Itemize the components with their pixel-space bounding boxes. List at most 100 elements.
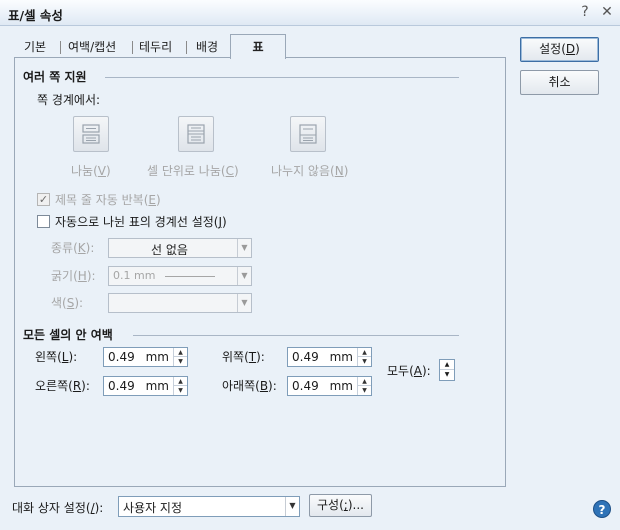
split-by-cell-icon — [187, 124, 205, 144]
section-title-page-split: 여러 쪽 지원 — [23, 70, 87, 84]
spin-down-icon[interactable]: ▼ — [358, 386, 371, 395]
thickness-key: H — [77, 269, 87, 283]
cancel-button[interactable]: 취소 — [520, 70, 599, 95]
tab-basic[interactable]: 기본 — [24, 36, 46, 58]
no-split-button[interactable] — [290, 116, 326, 152]
spin-down-icon[interactable]: ▼ — [174, 386, 187, 395]
bottom-margin-input[interactable]: 0.49 mm ▲ ▼ — [287, 376, 372, 396]
color-key: S — [66, 296, 75, 310]
close-icon[interactable]: ✕ — [598, 3, 616, 21]
ok-button-key: D — [565, 42, 576, 56]
all-margin-key: A — [413, 364, 422, 378]
spin-down-icon[interactable]: ▼ — [358, 357, 371, 366]
compose-button-text: 구성 — [317, 498, 340, 512]
ok-button-text: 설정 — [539, 42, 562, 56]
bottom-margin-label: 아래쪽(B): — [222, 379, 277, 393]
left-margin-input[interactable]: 0.49 mm ▲ ▼ — [103, 347, 188, 367]
line-type-text: 종류 — [51, 241, 74, 255]
color-dropdown[interactable]: ▼ — [108, 293, 252, 313]
dialog-setting-value: 사용자 지정 — [123, 501, 183, 515]
compose-button-key: ; — [343, 498, 348, 512]
spin-up-icon[interactable]: ▲ — [358, 348, 371, 357]
title-bar: 표/셀 속성 ? ✕ — [0, 0, 620, 26]
color-text: 색 — [51, 296, 63, 310]
bottom-margin-unit: mm — [329, 379, 353, 393]
tab-margin-caption[interactable]: 여백/캡션 — [68, 36, 116, 58]
top-margin-text: 위쪽 — [222, 350, 245, 364]
line-type-label: 종류(K): — [51, 241, 95, 255]
chevron-down-icon: ▼ — [237, 294, 251, 312]
section-divider — [133, 335, 459, 336]
left-margin-unit: mm — [145, 350, 169, 364]
split-icon — [82, 124, 100, 144]
page-boundary-label: 쪽 경계에서: — [37, 93, 101, 107]
right-margin-text: 오른쪽 — [35, 379, 69, 393]
tab-border[interactable]: 테두리 — [139, 36, 172, 58]
repeat-header-checkbox[interactable]: ✓ — [37, 193, 50, 206]
spin-up-icon[interactable]: ▲ — [174, 377, 187, 386]
chevron-down-icon: ▼ — [237, 239, 251, 257]
tab-table[interactable]: 표 — [230, 34, 286, 59]
top-margin-label: 위쪽(T): — [222, 350, 265, 364]
color-label: 색(S): — [51, 296, 84, 310]
auto-border-label: 자동으로 나뉜 표의 경계선 설정(J) — [55, 215, 227, 229]
split-by-cell-button[interactable] — [178, 116, 214, 152]
top-margin-value: 0.49 — [292, 350, 319, 364]
thickness-dropdown[interactable]: 0.1 mm ▼ — [108, 266, 252, 286]
top-margin-unit: mm — [329, 350, 353, 364]
split-option-text: 나눔 — [71, 164, 94, 178]
tab-separator — [132, 41, 133, 54]
right-margin-unit: mm — [145, 379, 169, 393]
split-by-cell-option-key: C — [225, 164, 234, 178]
thickness-value: 0.1 mm — [113, 269, 156, 282]
split-button[interactable] — [73, 116, 109, 152]
dialog-setting-dropdown[interactable]: 사용자 지정 ▼ — [118, 496, 300, 517]
compose-button[interactable]: 구성(;)... — [309, 494, 372, 517]
right-margin-input[interactable]: 0.49 mm ▲ ▼ — [103, 376, 188, 396]
split-by-cell-option-text: 셀 단위로 나눔 — [147, 164, 221, 178]
spin-up-icon[interactable]: ▲ — [174, 348, 187, 357]
auto-border-checkbox[interactable] — [37, 215, 50, 228]
split-option-label: 나눔(V) — [71, 164, 111, 178]
top-margin-key: T — [248, 350, 257, 364]
left-margin-key: L — [61, 350, 69, 364]
tab-separator — [186, 41, 187, 54]
repeat-header-text: 제목 줄 자동 반복 — [55, 193, 144, 207]
spin-down-icon[interactable]: ▼ — [174, 357, 187, 366]
top-margin-input[interactable]: 0.49 mm ▲ ▼ — [287, 347, 372, 367]
spin-up-icon[interactable]: ▲ — [358, 377, 371, 386]
left-margin-value: 0.49 — [108, 350, 135, 364]
help-icon[interactable]: ? — [593, 500, 611, 518]
auto-border-key: J — [218, 215, 223, 229]
split-by-cell-option-label: 셀 단위로 나눔(C) — [147, 164, 239, 178]
section-divider — [105, 77, 459, 78]
help-question-icon[interactable]: ? — [576, 3, 594, 21]
no-split-icon — [299, 124, 317, 144]
all-margin-spinner[interactable]: ▲ ▼ — [439, 359, 455, 381]
tab-background[interactable]: 배경 — [196, 36, 218, 58]
line-type-dropdown[interactable]: 선 없음 ▼ — [108, 238, 252, 258]
table-tab-panel: 여러 쪽 지원 쪽 경계에서: 나눔(V) 셀 단위로 나눔(C) 나누지 않음… — [14, 57, 506, 487]
dialog-setting-text: 대화 상자 설정 — [12, 501, 86, 515]
thickness-text: 굵기 — [51, 269, 74, 283]
bottom-margin-text: 아래쪽 — [222, 379, 256, 393]
repeat-header-label: 제목 줄 자동 반복(E) — [55, 193, 161, 207]
tab-separator — [60, 41, 61, 54]
ok-button[interactable]: 설정(D) — [520, 37, 599, 62]
chevron-down-icon: ▼ — [285, 497, 299, 516]
spin-up-icon[interactable]: ▲ — [440, 360, 454, 370]
no-split-option-label: 나누지 않음(N) — [271, 164, 349, 178]
section-title-cell-margin: 모든 셀의 안 여백 — [23, 328, 113, 342]
dialog-setting-key: / — [90, 501, 95, 515]
window-title: 표/셀 속성 — [8, 8, 63, 23]
line-type-key: K — [77, 241, 86, 255]
spin-down-icon[interactable]: ▼ — [440, 370, 454, 380]
dialog-setting-label: 대화 상자 설정(/): — [12, 501, 104, 515]
bottom-margin-value: 0.49 — [292, 379, 319, 393]
all-margin-text: 모두 — [387, 364, 410, 378]
thickness-label: 굵기(H): — [51, 269, 96, 283]
left-margin-label: 왼쪽(L): — [35, 350, 78, 364]
left-margin-text: 왼쪽 — [35, 350, 58, 364]
compose-button-ellipsis: ... — [352, 498, 364, 512]
no-split-option-text: 나누지 않음 — [271, 164, 331, 178]
